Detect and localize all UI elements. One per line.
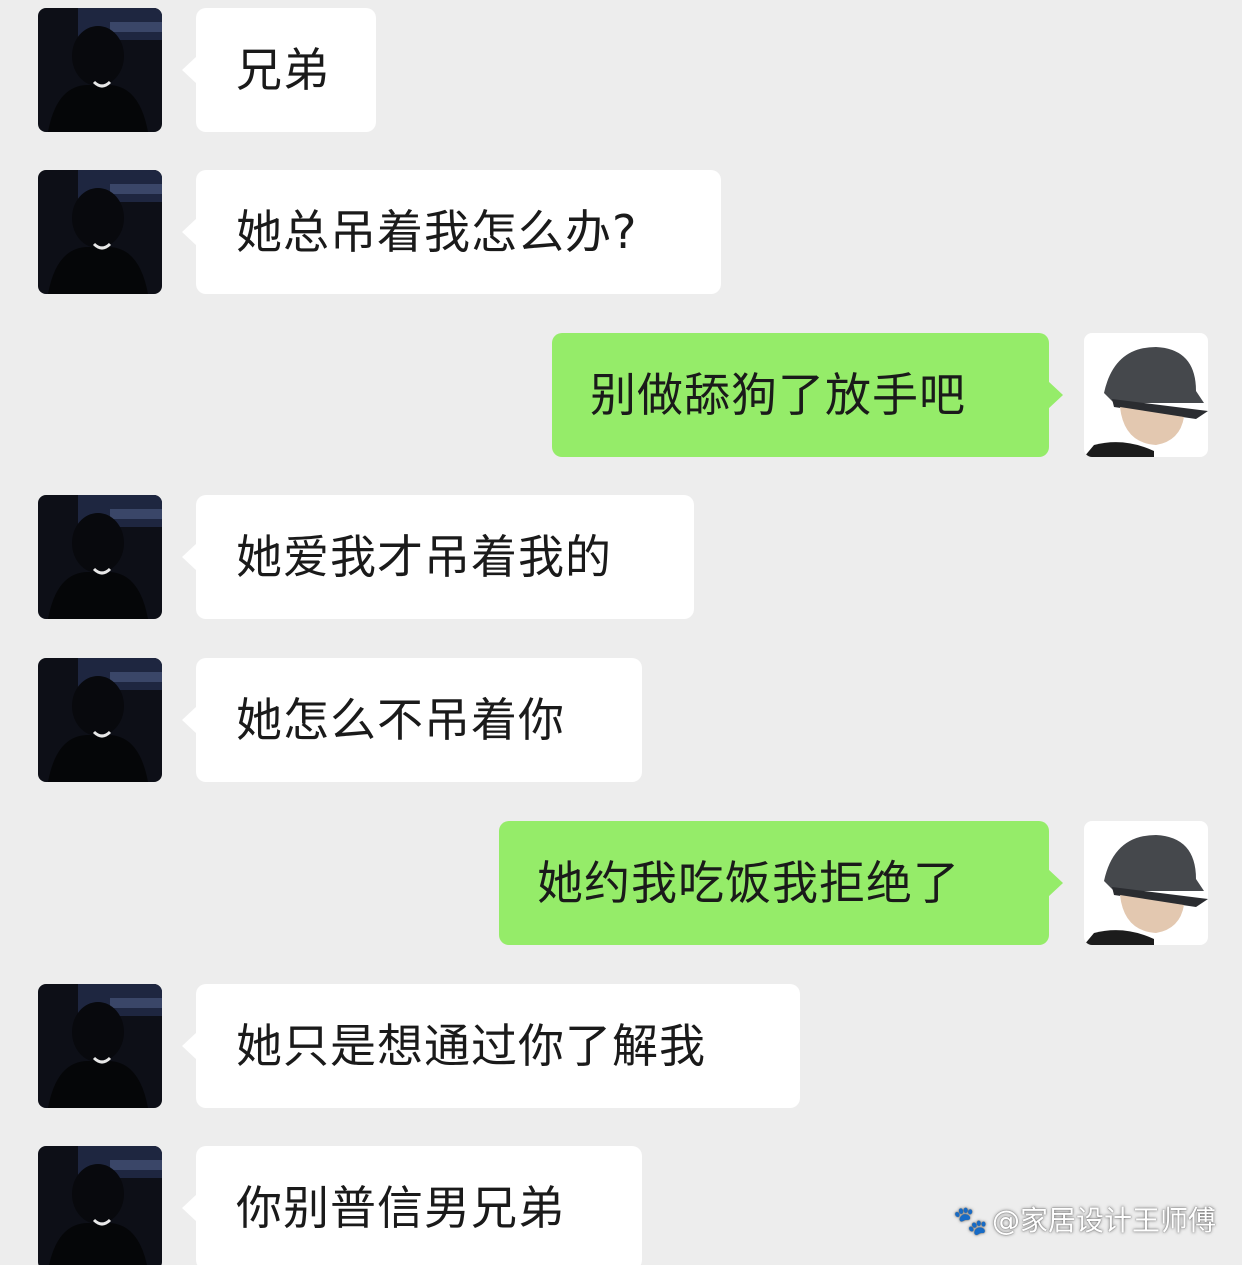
incoming-message[interactable]: 她只是想通过你了解我 (182, 984, 800, 1108)
incoming-message[interactable]: 她怎么不吊着你 (182, 658, 642, 782)
incoming-message[interactable]: 她爱我才吊着我的 (182, 495, 694, 619)
outgoing-message[interactable]: 别做舔狗了放手吧 (552, 333, 1063, 457)
paw-icon: 🐾 (953, 1204, 988, 1237)
friend-avatar[interactable] (38, 658, 162, 782)
incoming-message[interactable]: 你别普信男兄弟 (182, 1146, 642, 1265)
friend-avatar[interactable] (38, 8, 162, 132)
my-avatar[interactable] (1084, 333, 1208, 457)
outgoing-message[interactable]: 她约我吃饭我拒绝了 (499, 821, 1063, 945)
my-avatar[interactable] (1084, 821, 1208, 945)
friend-avatar[interactable] (38, 1146, 162, 1265)
incoming-message[interactable]: 兄弟 (182, 8, 376, 132)
chat-area: 兄弟 她总吊着我怎么办? 别做舔狗了放手吧 她爱我才吊着我的 她怎么不吊着你 她… (0, 0, 1242, 1265)
incoming-message[interactable]: 她总吊着我怎么办? (182, 170, 721, 294)
friend-avatar[interactable] (38, 495, 162, 619)
watermark: 🐾 @家居设计王师傅 (953, 1199, 1216, 1239)
friend-avatar[interactable] (38, 984, 162, 1108)
watermark-text: @家居设计王师傅 (991, 1204, 1216, 1237)
friend-avatar[interactable] (38, 170, 162, 294)
